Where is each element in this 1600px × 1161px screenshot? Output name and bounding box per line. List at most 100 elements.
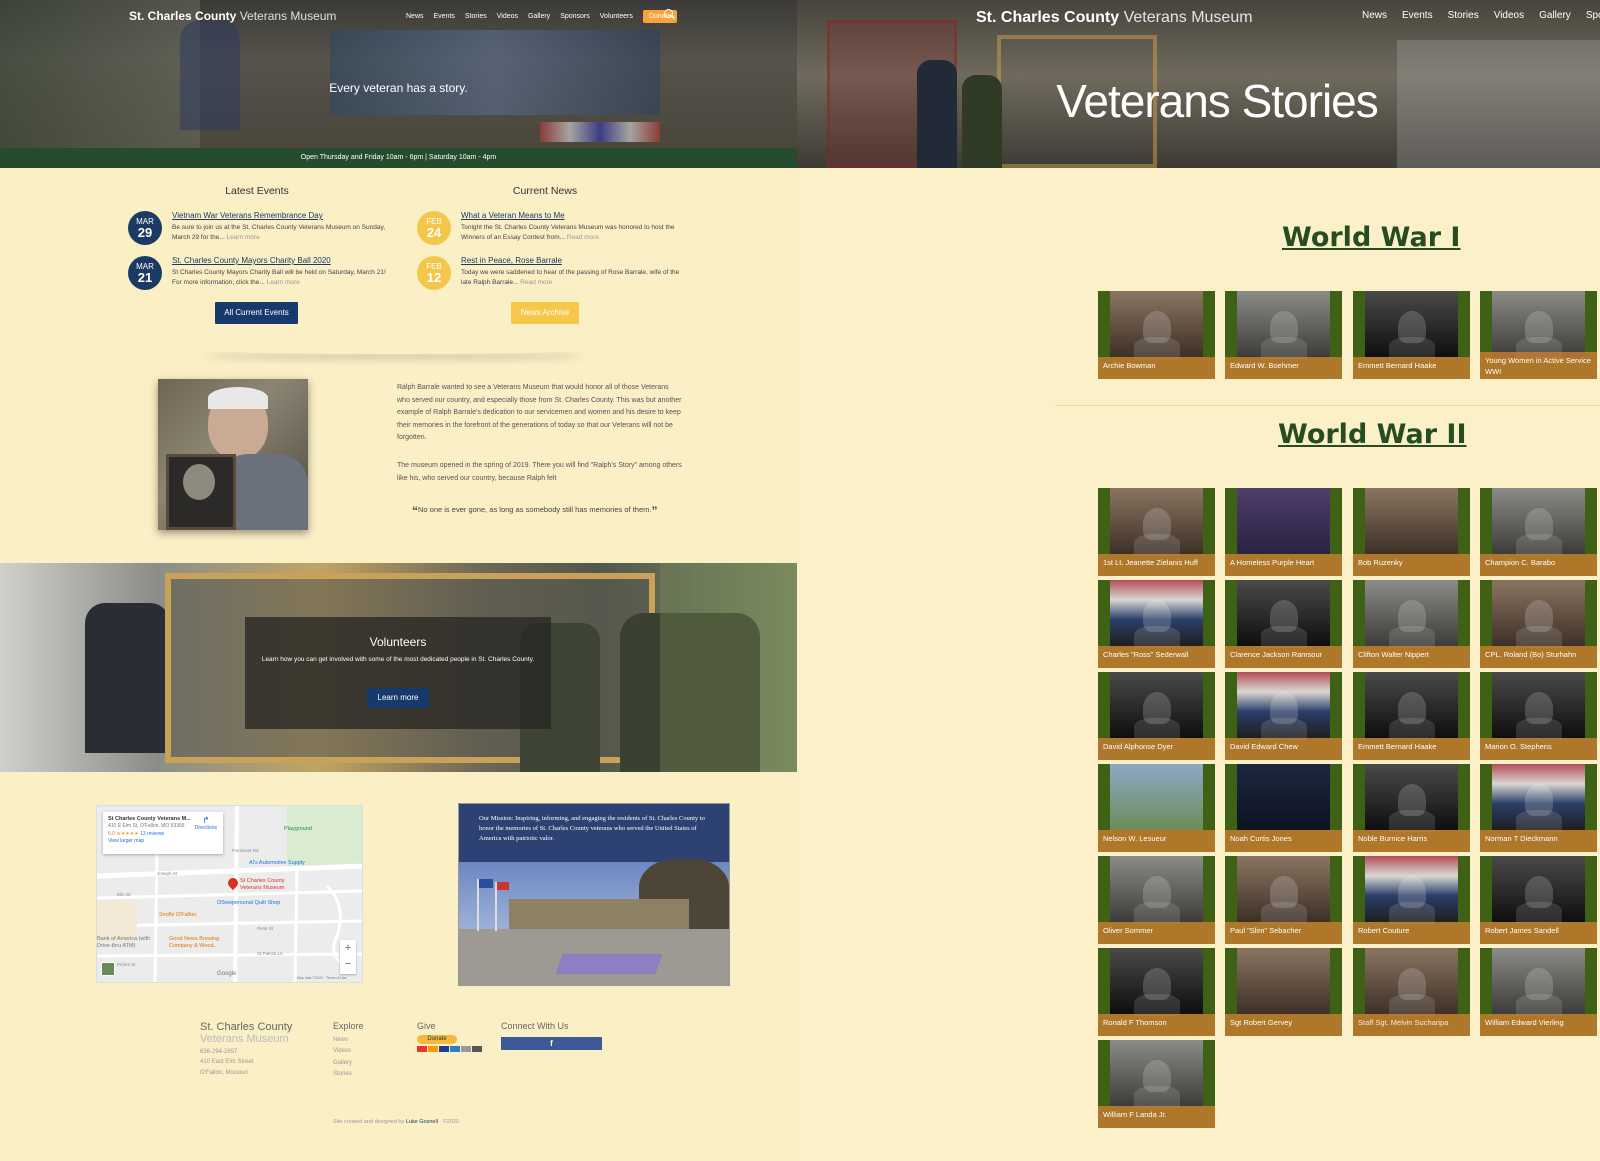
veteran-card[interactable]: Noble Burnice Harris xyxy=(1353,764,1470,852)
read-more-link[interactable]: Read more xyxy=(567,234,599,241)
footer-link-stories[interactable]: Stories xyxy=(333,1069,364,1080)
about-paragraph-2: The museum opened in the spring of 2019.… xyxy=(397,462,682,482)
news-link[interactable]: What a Veteran Means to Me xyxy=(461,211,682,220)
nav-volunteers[interactable]: Volunteers xyxy=(600,13,633,20)
paypal-donate-button[interactable]: Donate xyxy=(417,1034,457,1044)
veteran-card[interactable]: Clifton Walter Nippert xyxy=(1353,580,1470,668)
footer-link-videos[interactable]: Videos xyxy=(333,1046,364,1057)
veteran-card[interactable]: Emmett Bernard Haake xyxy=(1353,672,1470,760)
event-item: MAR 21 St. Charles County Mayors Charity … xyxy=(128,256,393,290)
date-badge: MAR 29 xyxy=(128,211,162,245)
news-link[interactable]: Rest in Peace, Rose Barrale xyxy=(461,256,682,265)
event-link[interactable]: St. Charles County Mayors Charity Ball 2… xyxy=(172,256,393,265)
veteran-card[interactable]: Ronald F Thomson xyxy=(1098,948,1215,1036)
footer-brand-sub: Veterans Museum xyxy=(200,1033,289,1046)
veteran-card[interactable]: Oliver Sommer xyxy=(1098,856,1215,944)
veteran-card[interactable]: Paul "Slim" Sebacher xyxy=(1225,856,1342,944)
veteran-card[interactable]: Emmett Bernard Haake xyxy=(1353,291,1470,379)
map-attribution: Map data ©2020 · Terms of Use xyxy=(297,976,347,980)
volunteers-banner: Volunteers Learn how you can get involve… xyxy=(0,563,797,772)
facebook-icon[interactable]: f xyxy=(501,1037,602,1050)
nav-sponsors[interactable]: Sponsors xyxy=(560,13,590,20)
veteran-card[interactable]: William Edward Vierling xyxy=(1480,948,1597,1036)
hours-bar: Open Thursday and Friday 10am - 6pm | Sa… xyxy=(0,148,797,168)
nav-news[interactable]: News xyxy=(1362,10,1387,21)
author-link[interactable]: Luke Gosnell xyxy=(406,1119,438,1125)
home-page-screenshot: St. Charles County Veterans Museum News … xyxy=(0,0,797,1161)
footer-city: O'Fallon, Missouri xyxy=(200,1069,248,1076)
satellite-toggle[interactable] xyxy=(101,962,115,976)
veteran-card[interactable]: 1st Lt. Jeanette Zielanis Huff xyxy=(1098,488,1215,576)
nav-events[interactable]: Events xyxy=(434,13,455,20)
nav-videos[interactable]: Videos xyxy=(1494,10,1524,21)
map-poi: Good News Brewing Company & Wood... xyxy=(169,936,220,949)
nav-stories[interactable]: Stories xyxy=(465,13,487,20)
card-icons xyxy=(417,1045,482,1052)
ww2-heading[interactable]: World War II xyxy=(1278,419,1467,450)
current-news-heading: Current News xyxy=(512,185,578,197)
zoom-out-button[interactable]: − xyxy=(340,956,356,972)
learn-more-link[interactable]: Learn more xyxy=(267,279,300,286)
veteran-card[interactable]: David Edward Chew xyxy=(1225,672,1342,760)
footer-link-news[interactable]: News xyxy=(333,1035,364,1046)
volunteers-text: Learn how you can get involved with some… xyxy=(261,656,535,663)
nav-news[interactable]: News xyxy=(406,13,424,20)
zoom-controls: + − xyxy=(340,940,356,974)
nav-stories[interactable]: Stories xyxy=(1448,10,1479,21)
map-street: Primm St xyxy=(117,962,136,967)
site-brand[interactable]: St. Charles County Veterans Museum xyxy=(976,9,1253,27)
nav-gallery[interactable]: Gallery xyxy=(1539,10,1571,21)
google-map[interactable]: St Charles County Veterans M... 410 E El… xyxy=(96,805,363,983)
news-archive-button[interactable]: News Archive xyxy=(511,302,579,324)
directions-button[interactable]: ↱ Directions xyxy=(195,816,217,833)
veteran-card[interactable]: Nelson W. Lesueur xyxy=(1098,764,1215,852)
veteran-card[interactable]: Champion C. Barabo xyxy=(1480,488,1597,576)
veteran-card[interactable]: Staff Sgt. Melvin Sucharipa xyxy=(1353,948,1470,1036)
all-current-events-button[interactable]: All Current Events xyxy=(215,302,298,324)
veteran-card[interactable]: Charles "Ross" Sederwall xyxy=(1098,580,1215,668)
section-divider xyxy=(205,346,585,354)
veteran-card[interactable]: Edward W. Boehmer xyxy=(1225,291,1342,379)
search-icon[interactable] xyxy=(664,9,673,18)
learn-more-link[interactable]: Learn more xyxy=(227,234,260,241)
learn-more-button[interactable]: Learn more xyxy=(367,688,429,708)
ralph-barrale-photo xyxy=(158,379,308,530)
event-link[interactable]: Vietnam War Veterans Remembrance Day xyxy=(172,211,393,220)
veteran-card[interactable]: Sgt Robert Gervey xyxy=(1225,948,1342,1036)
zoom-in-button[interactable]: + xyxy=(340,940,356,956)
ww1-heading[interactable]: World War I xyxy=(1282,222,1460,253)
footer-link-gallery[interactable]: Gallery xyxy=(333,1058,364,1069)
view-larger-map-link[interactable]: View larger map xyxy=(108,838,218,846)
nav-sponsors[interactable]: Sponsors xyxy=(1586,10,1600,21)
veteran-card[interactable]: Marion O. Stephens xyxy=(1480,672,1597,760)
veteran-card[interactable]: Robert Couture xyxy=(1353,856,1470,944)
page-title: Veterans Stories xyxy=(1056,75,1379,127)
map-poi: Snoflz O'Fallon xyxy=(159,912,197,918)
mission-statement: Our Mission: Inspiring, informing, and e… xyxy=(479,815,705,842)
date-badge: MAR 21 xyxy=(128,256,162,290)
veteran-card[interactable]: CPL. Roland (Bo) Sturhahn xyxy=(1480,580,1597,668)
veteran-card[interactable]: David Alphonse Dyer xyxy=(1098,672,1215,760)
nav-gallery[interactable]: Gallery xyxy=(528,13,550,20)
map-street: Elm St xyxy=(117,892,131,897)
map-place-card: St Charles County Veterans M... 410 E El… xyxy=(103,812,223,854)
nav-events[interactable]: Events xyxy=(1402,10,1433,21)
veteran-card[interactable]: Norman T Dieckmann xyxy=(1480,764,1597,852)
veteran-card[interactable]: Bob Ruzenky xyxy=(1353,488,1470,576)
veteran-card[interactable]: A Homeless Purple Heart xyxy=(1225,488,1342,576)
veteran-card[interactable]: Young Women in Active Service WWI xyxy=(1480,291,1597,379)
map-street: Fiorissant Rd xyxy=(232,848,259,853)
site-brand[interactable]: St. Charles County Veterans Museum xyxy=(129,9,336,23)
explore-heading: Explore xyxy=(333,1021,364,1031)
footer-brand: St. Charles County xyxy=(200,1021,293,1033)
nav-videos[interactable]: Videos xyxy=(497,13,518,20)
veteran-card[interactable]: Archie Bowman xyxy=(1098,291,1215,379)
veteran-card[interactable]: Noah Curtis Jones xyxy=(1225,764,1342,852)
main-nav: News Events Stories Videos Gallery Spons… xyxy=(406,10,678,23)
veteran-card[interactable]: William F Landa Jr. xyxy=(1098,1040,1215,1128)
hero-tagline: Every veteran has a story. xyxy=(329,81,468,95)
read-more-link[interactable]: Read more xyxy=(520,279,552,286)
give-heading: Give xyxy=(417,1021,436,1031)
veteran-card[interactable]: Robert James Sandell xyxy=(1480,856,1597,944)
veteran-card[interactable]: Clarence Jackson Ramsour xyxy=(1225,580,1342,668)
